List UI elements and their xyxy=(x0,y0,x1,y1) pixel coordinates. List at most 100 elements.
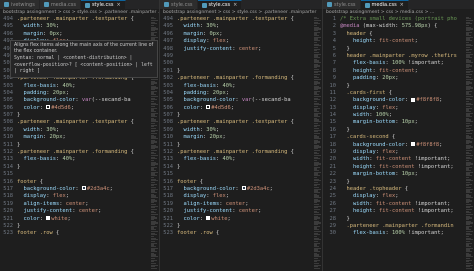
editor-tab[interactable]: media.css xyxy=(39,0,81,9)
code-line[interactable]: 18 background-color: #f8f8f8; xyxy=(323,142,465,149)
close-icon[interactable]: × xyxy=(116,2,120,8)
color-swatch-icon[interactable] xyxy=(46,105,51,110)
code-line[interactable]: 519 align-items: center; xyxy=(0,201,150,208)
code-line[interactable]: 23 } xyxy=(323,179,465,186)
code-line[interactable]: 520 justify-content: center; xyxy=(160,208,313,215)
breadcrumb[interactable]: bootstrap assingnment > css > style.css … xyxy=(0,9,159,16)
code-line[interactable]: 522} xyxy=(160,223,313,230)
code-line[interactable]: 500 xyxy=(160,60,313,67)
code-line[interactable]: 506 color: #4d5d6; xyxy=(0,105,150,112)
code-line[interactable]: 11 .cards-first { xyxy=(323,90,465,97)
code-line[interactable]: 512 .parteneer .mainparter .formanding { xyxy=(0,149,150,156)
code-line[interactable]: 496 margin: 0px; xyxy=(0,31,150,38)
code-line[interactable]: 12 background-color: #f8f8f8; xyxy=(323,97,465,104)
code-line[interactable]: 14 width: 100%; xyxy=(323,112,465,119)
code-line[interactable]: 16 } xyxy=(323,127,465,134)
code-editor[interactable]: 1 /* Extra small devices (portrait pho 2 @m… xyxy=(323,16,465,271)
code-line[interactable]: 511} xyxy=(160,142,313,149)
code-line[interactable]: 8 height: fit-content; xyxy=(323,68,465,75)
code-line[interactable]: 509 width: 30%; xyxy=(0,127,150,134)
code-line[interactable]: 495 width: 30%; xyxy=(0,23,150,30)
editor-tab[interactable]: media.css × xyxy=(360,0,409,9)
code-line[interactable]: 4 height: fit-content; xyxy=(323,38,465,45)
code-line[interactable]: 502 .parteneer .mainparter .formanding { xyxy=(160,75,313,82)
minimap[interactable] xyxy=(465,16,474,271)
code-line[interactable]: 6 header .mainparter .myrow .thefirs xyxy=(323,53,465,60)
code-line[interactable]: 510 margin: 20px; xyxy=(0,134,150,141)
code-line[interactable]: 9 padding: 20px; xyxy=(323,75,465,82)
code-line[interactable]: 494 .parteneer .mainparter .textparter { xyxy=(160,16,313,23)
code-line[interactable]: 7 flex-basis: 100% !important; xyxy=(323,60,465,67)
code-line[interactable]: 504 padding: 20px; xyxy=(160,90,313,97)
code-line[interactable]: 521 color: white; xyxy=(0,216,150,223)
code-line[interactable]: 510 margin: 20px; xyxy=(160,134,313,141)
code-line[interactable]: 504 padding: 20px; xyxy=(0,90,150,97)
code-line[interactable]: 515 xyxy=(160,171,313,178)
editor-tab[interactable]: style.css xyxy=(160,0,198,9)
code-line[interactable]: 509 width: 30%; xyxy=(160,127,313,134)
code-line[interactable]: 522} xyxy=(0,223,150,230)
code-line[interactable]: 495 width: 30%; xyxy=(160,23,313,30)
color-swatch-icon[interactable] xyxy=(411,142,416,147)
code-line[interactable]: 507} xyxy=(0,112,150,119)
code-line[interactable]: 2 @media (max-width: 575.98px) { xyxy=(323,23,465,30)
code-line[interactable]: 499 xyxy=(160,53,313,60)
code-line[interactable]: 505 background-color: var(--secand-ba xyxy=(160,97,313,104)
code-line[interactable]: 516 footer { xyxy=(160,179,313,186)
code-line[interactable]: 27 height: fit-content !important; xyxy=(323,208,465,215)
code-line[interactable]: 523 footer .row { xyxy=(160,230,313,237)
code-line[interactable]: 518 display: flex; xyxy=(160,193,313,200)
code-line[interactable]: 3 header { xyxy=(323,31,465,38)
code-line[interactable]: 514} xyxy=(160,164,313,171)
code-line[interactable]: 512 .parteneer .mainparter .formanding { xyxy=(160,149,313,156)
code-line[interactable]: 516 footer { xyxy=(0,179,150,186)
code-line[interactable]: 1 /* Extra small devices (portrait pho xyxy=(323,16,465,23)
code-line[interactable]: 498 justify-content: center; xyxy=(160,46,313,53)
code-line[interactable]: 523 footer .row { xyxy=(0,230,150,237)
breadcrumb[interactable]: bootstrap assingnment > css > style.css … xyxy=(160,9,322,16)
code-line[interactable]: 505 background-color: var(--secand-ba xyxy=(0,97,150,104)
code-line[interactable]: 503 flex-basis: 40%; xyxy=(160,83,313,90)
code-line[interactable]: 22 margin-bottom: 10px; xyxy=(323,171,465,178)
breadcrumb[interactable]: bootstrap assingnment > css > media.css … xyxy=(323,9,474,16)
close-icon[interactable]: × xyxy=(400,2,404,8)
code-line[interactable]: 507} xyxy=(160,112,313,119)
code-line[interactable]: 494 .parteneer .mainparter .textparter { xyxy=(0,16,150,23)
code-line[interactable]: 26 width: fit-content !important; xyxy=(323,201,465,208)
editor-tab[interactable]: style.css xyxy=(323,0,361,9)
code-line[interactable]: 503 flex-basis: 40%; xyxy=(0,83,150,90)
editor-tab[interactable]: style.css × xyxy=(197,0,243,9)
code-line[interactable]: 25 display: flex; xyxy=(323,193,465,200)
code-line[interactable]: 10 } xyxy=(323,83,465,90)
code-line[interactable]: 513 flex-basis: 40%; xyxy=(0,156,150,163)
code-line[interactable]: 518 display: flex; xyxy=(0,193,150,200)
code-line[interactable]: 13 display: flex; xyxy=(323,105,465,112)
code-line[interactable]: 21 height: fit-content !important; xyxy=(323,164,465,171)
code-line[interactable]: 5 } xyxy=(323,46,465,53)
editor-tab[interactable]: style.css × xyxy=(80,0,126,9)
color-swatch-icon[interactable] xyxy=(241,186,246,191)
code-line[interactable]: 24 header .topheader { xyxy=(323,186,465,193)
code-line[interactable]: 30 flex-basis: 100% !important; xyxy=(323,230,465,237)
code-line[interactable]: 20 width: fit-content !important; xyxy=(323,156,465,163)
code-line[interactable]: 515 xyxy=(0,171,150,178)
code-line[interactable]: 513 flex-basis: 40%; xyxy=(160,156,313,163)
code-line[interactable]: 520 justify-content: center; xyxy=(0,208,150,215)
editor-tab[interactable]: ivetwings xyxy=(0,0,40,9)
color-swatch-icon[interactable] xyxy=(81,186,86,191)
color-swatch-icon[interactable] xyxy=(411,97,416,102)
code-line[interactable]: 519 align-items: center; xyxy=(160,201,313,208)
code-line[interactable]: 508 .parteneer .mainparter .textparter { xyxy=(0,119,150,126)
code-line[interactable]: 508 .parteneer .mainparter .textparter { xyxy=(160,119,313,126)
code-line[interactable]: 28 } xyxy=(323,216,465,223)
code-line[interactable]: 15 margin-bottom: 10px; xyxy=(323,119,465,126)
close-icon[interactable]: × xyxy=(233,2,237,8)
code-line[interactable]: 19 display: flex; xyxy=(323,149,465,156)
minimap[interactable] xyxy=(313,16,322,271)
code-line[interactable]: 517 background-color: #2d3a4c; xyxy=(160,186,313,193)
code-line[interactable]: 511} xyxy=(0,142,150,149)
code-line[interactable]: 517 background-color: #2d3a4c; xyxy=(0,186,150,193)
code-line[interactable]: 506 color: #4d5d6; xyxy=(160,105,313,112)
code-line[interactable]: 501} xyxy=(160,68,313,75)
color-swatch-icon[interactable] xyxy=(46,216,51,221)
